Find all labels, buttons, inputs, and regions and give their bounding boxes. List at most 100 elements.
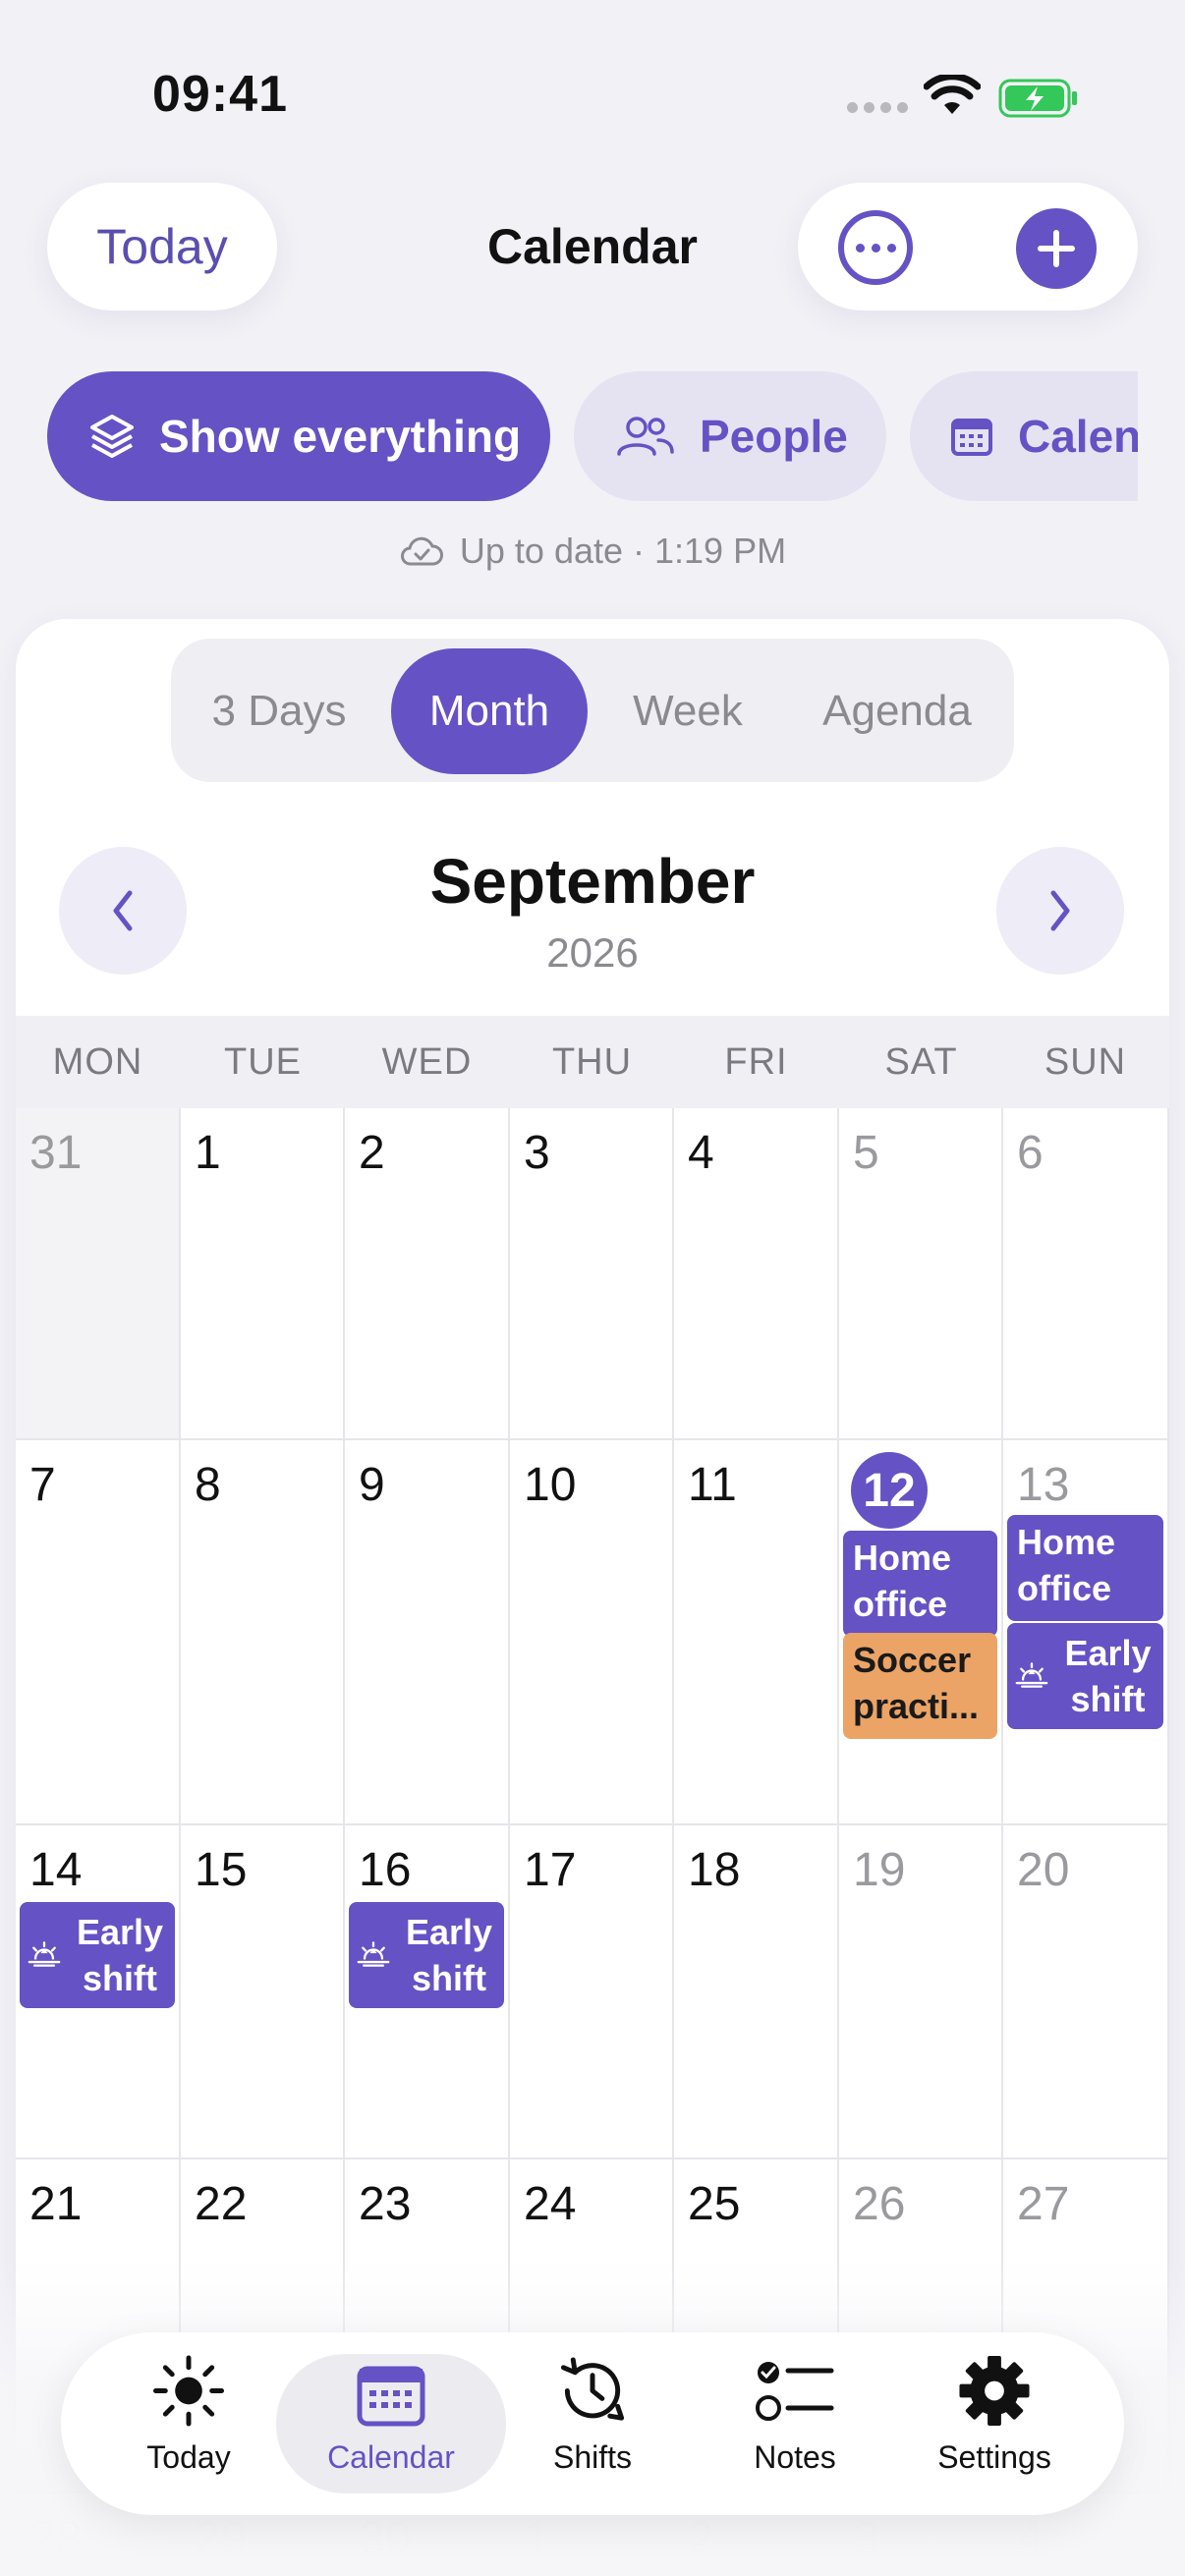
- tab-shifts[interactable]: Shifts: [494, 2354, 691, 2493]
- day-cell[interactable]: 10: [510, 1440, 674, 1825]
- filter-calendars[interactable]: Calen: [910, 371, 1138, 501]
- day-cell[interactable]: 17: [510, 1825, 674, 2159]
- weekday-label: SAT: [884, 1041, 958, 1083]
- day-cell[interactable]: 1: [181, 1108, 345, 1440]
- cellular-signal-icon: [847, 102, 908, 113]
- tab-label: Notes: [754, 2439, 836, 2475]
- day-cell[interactable]: 31: [16, 1108, 181, 1440]
- filter-show-everything[interactable]: Show everything: [47, 371, 550, 501]
- day-cell[interactable]: 8: [181, 1440, 345, 1825]
- day-number: 5: [853, 1127, 879, 1179]
- day-number: 1: [195, 1127, 221, 1179]
- day-cell[interactable]: 4: [674, 1108, 839, 1440]
- next-month-button[interactable]: [996, 847, 1124, 975]
- filter-chips: Show everything People Calen: [47, 371, 1138, 501]
- weekday-label: THU: [551, 1041, 633, 1083]
- event-title: Early shift: [1064, 1633, 1152, 1719]
- day-cell[interactable]: 18: [674, 1825, 839, 2159]
- day-number: 10: [524, 1459, 577, 1511]
- day-number: 4: [688, 1127, 714, 1179]
- tab-calendar[interactable]: Calendar: [276, 2354, 506, 2493]
- today-day-number: 12: [851, 1452, 928, 1529]
- calendar-icon: [357, 2366, 425, 2427]
- tab-settings[interactable]: Settings: [896, 2354, 1093, 2493]
- tab-notes[interactable]: Notes: [697, 2354, 893, 2493]
- day-cell[interactable]: 11: [674, 1440, 839, 1825]
- day-cell[interactable]: 5: [839, 1108, 1003, 1440]
- sunrise-icon: [357, 1932, 394, 1979]
- calendar-event[interactable]: Home office: [1007, 1515, 1163, 1621]
- day-cell[interactable]: 7: [16, 1440, 181, 1825]
- people-icon: [617, 417, 674, 456]
- day-number: 3: [524, 1127, 550, 1179]
- day-number: 15: [195, 1844, 248, 1896]
- plus-icon: [1038, 230, 1075, 267]
- event-title: Early shift: [76, 1912, 164, 1998]
- filter-people[interactable]: People: [574, 371, 886, 501]
- view-agenda[interactable]: Agenda: [786, 648, 1008, 774]
- view-month[interactable]: Month: [391, 648, 588, 774]
- weekday-label: TUE: [224, 1041, 302, 1083]
- day-cell[interactable]: 3: [510, 1108, 674, 1440]
- sunrise-icon: [1015, 1653, 1052, 1700]
- day-number: 31: [29, 1127, 83, 1179]
- weekday-label: WED: [381, 1041, 473, 1083]
- sync-text: Up to date · 1:19 PM: [459, 531, 787, 571]
- day-cell[interactable]: 13 Home office Early shift: [1003, 1440, 1169, 1825]
- sync-status: Up to date · 1:19 PM: [0, 531, 1185, 572]
- day-cell[interactable]: 2: [345, 1108, 510, 1440]
- day-number: 13: [1017, 1459, 1070, 1511]
- day-number: 8: [195, 1459, 221, 1511]
- shift-event[interactable]: Early shift: [20, 1902, 175, 2008]
- day-cell[interactable]: 6: [1003, 1108, 1169, 1440]
- day-number: 24: [524, 2178, 577, 2230]
- day-number: 26: [853, 2178, 906, 2230]
- shift-event[interactable]: Early shift: [1007, 1623, 1163, 1729]
- day-number: 19: [853, 1844, 906, 1896]
- status-time: 09:41: [152, 66, 288, 123]
- day-number: 18: [688, 1844, 741, 1896]
- calendar-icon: [951, 419, 992, 456]
- cloud-check-icon: [400, 536, 443, 566]
- day-cell[interactable]: 12 Home office Soccer practi...: [839, 1440, 1003, 1825]
- battery-charging-icon: [998, 79, 1077, 118]
- wifi-icon: [924, 75, 981, 114]
- day-number: 6: [1017, 1127, 1044, 1179]
- day-cell[interactable]: 19: [839, 1825, 1003, 2159]
- clock-rotate-icon: [560, 2357, 625, 2421]
- more-options-button[interactable]: [838, 210, 913, 285]
- day-number: 7: [29, 1459, 56, 1511]
- tab-label: Today: [146, 2439, 231, 2475]
- day-number: 17: [524, 1844, 577, 1896]
- day-cell[interactable]: 14 Early shift: [16, 1825, 181, 2159]
- day-number: 23: [359, 2178, 412, 2230]
- tab-label: Settings: [937, 2439, 1051, 2475]
- day-cell[interactable]: 15: [181, 1825, 345, 2159]
- tab-label: Calendar: [327, 2439, 455, 2475]
- day-number: 22: [195, 2178, 248, 2230]
- filter-label: Calen: [1018, 411, 1138, 462]
- add-event-button[interactable]: [1016, 208, 1097, 289]
- day-cell[interactable]: 20: [1003, 1825, 1169, 2159]
- view-3days[interactable]: 3 Days: [181, 648, 377, 774]
- sunrise-icon: [28, 1932, 65, 1979]
- day-cell[interactable]: 9: [345, 1440, 510, 1825]
- view-week[interactable]: Week: [599, 648, 776, 774]
- day-number: 2: [359, 1127, 385, 1179]
- checklist-icon: [756, 2362, 834, 2421]
- calendar-event[interactable]: Home office: [843, 1531, 997, 1637]
- shift-event[interactable]: Early shift: [349, 1902, 504, 2008]
- day-cell[interactable]: 16 Early shift: [345, 1825, 510, 2159]
- day-number: 20: [1017, 1844, 1070, 1896]
- chevron-right-icon: [1050, 890, 1070, 931]
- day-number: 9: [359, 1459, 385, 1511]
- tab-label: Shifts: [552, 2439, 633, 2475]
- weekday-label: SUN: [1044, 1041, 1127, 1083]
- day-number: 16: [359, 1844, 412, 1896]
- filter-label: People: [700, 411, 848, 462]
- day-number: 11: [688, 1459, 737, 1511]
- tab-today[interactable]: Today: [90, 2354, 287, 2493]
- event-title: Early shift: [405, 1912, 493, 1998]
- day-number: 27: [1017, 2178, 1070, 2230]
- calendar-event[interactable]: Soccer practi...: [843, 1633, 997, 1739]
